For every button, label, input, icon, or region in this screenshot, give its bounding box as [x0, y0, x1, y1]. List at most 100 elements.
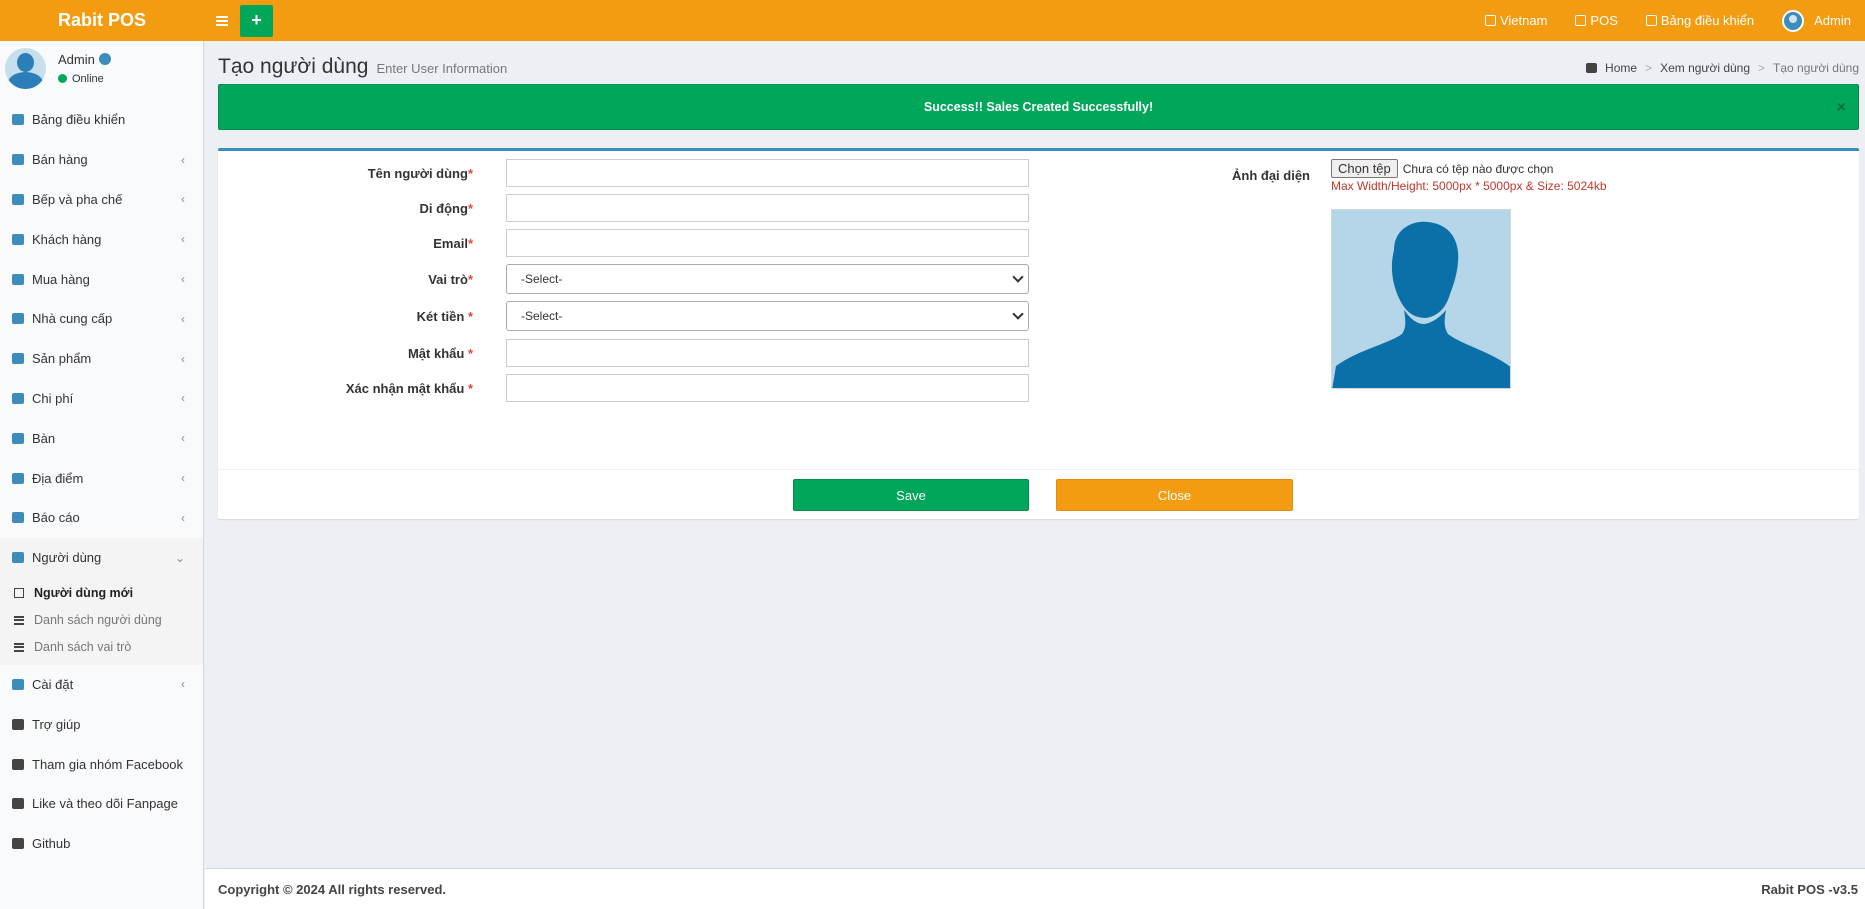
chevron-left-icon: ‹ [181, 510, 185, 525]
sidebar-item[interactable]: Báo cáo ‹ [0, 498, 203, 538]
sidebar-item[interactable]: Cài đặt ‹ [0, 665, 203, 705]
field-label-text: Di động [419, 201, 468, 216]
alert-close-button[interactable]: × [1837, 99, 1846, 117]
sidebar-item[interactable]: Chi phí ‹ [0, 379, 203, 419]
dashboard-link[interactable]: Bảng điều khiển [1632, 0, 1768, 41]
field-label-text: Mật khẩu [407, 346, 468, 361]
submenu-item-label: Người dùng mới [34, 586, 134, 601]
sidebar-item-label: Chi phí [32, 390, 74, 406]
field-input[interactable] [506, 339, 1029, 367]
cubes-icon [12, 353, 24, 365]
file-input[interactable]: Chọn tệp Chưa có tệp nào được chọn [1331, 159, 1553, 178]
breadcrumb-home[interactable]: Home [1605, 61, 1637, 75]
sidebar-item[interactable]: Mua hàng ‹ [0, 259, 203, 299]
field-input[interactable] [506, 374, 1029, 402]
sidebar-item[interactable]: Địa điểm ‹ [0, 458, 203, 498]
sidebar-item[interactable]: Github [0, 824, 203, 864]
field-label: Email* [218, 236, 479, 251]
sidebar-item[interactable]: Sản phẩm ‹ [0, 339, 203, 379]
form-row: Vai trò* [218, 272, 479, 287]
sidebar-item[interactable]: Trợ giúp [0, 704, 203, 744]
field-input[interactable] [506, 159, 1029, 187]
chevron-down-icon [1012, 271, 1024, 283]
chevron-left-icon: ‹ [181, 232, 185, 247]
sidebar-item-label: Người dùng [32, 550, 102, 566]
sidebar-item[interactable]: Bàn ‹ [0, 418, 203, 458]
user-form-box: Tên người dùng* Di động* Email* Vai trò* -Se… [218, 148, 1859, 519]
sidebar-item[interactable]: Nhà cung cấp ‹ [0, 299, 203, 339]
file-status: Chưa có tệp nào được chọn [1402, 161, 1554, 176]
paper-plane-icon [12, 472, 24, 484]
chevron-left-icon: ‹ [181, 192, 185, 207]
users-icon [12, 552, 24, 564]
chevron-down-icon: ⌄ [174, 550, 185, 565]
field-select[interactable]: -Select- [506, 264, 1029, 294]
app-logo[interactable]: Rabit POS [0, 0, 204, 41]
field-label: Xác nhận mật khẩu * [218, 381, 479, 396]
field-label: Mật khẩu * [218, 346, 479, 361]
breadcrumb-user-list[interactable]: Xem người dùng [1660, 61, 1750, 75]
chevron-left-icon: ‹ [181, 471, 185, 486]
sidebar-item[interactable]: Like và theo dõi Fanpage [0, 784, 203, 824]
sidebar-item[interactable]: Bảng điều khiển [0, 100, 203, 140]
field-label: Tên người dùng* [218, 166, 479, 181]
breadcrumb: Home > Xem người dùng > Tạo người dùng [1586, 61, 1859, 75]
required-marker: * [467, 309, 473, 324]
form-row: Xác nhận mật khẩu * [218, 381, 479, 396]
required-marker: * [467, 236, 473, 251]
language-menu[interactable]: Vietnam [1471, 0, 1561, 41]
field-input[interactable] [506, 194, 1029, 222]
home-icon [1586, 63, 1598, 73]
chevron-left-icon: ‹ [181, 311, 185, 326]
chevron-left-icon: ‹ [181, 431, 185, 446]
breadcrumb-separator: > [1645, 61, 1653, 75]
submenu-item-label: Danh sách người dùng [34, 613, 162, 628]
sidebar-item-label: Tham gia nhóm Facebook [32, 756, 184, 772]
sidebar-item-label: Bán hàng [32, 152, 88, 168]
avatar-preview-image [1331, 209, 1511, 389]
submenu-item[interactable]: Danh sách vai trò [0, 634, 203, 661]
minus-circle-icon [12, 392, 24, 404]
user-name: Admin [58, 51, 95, 67]
sidebar: Admin Online Bảng điều khiển Bán hàng ‹ Bếp… [0, 41, 204, 909]
sidebar-item-label: Sản phẩm [32, 351, 92, 367]
footer: Copyright © 2024 All rights reserved. Ra… [205, 868, 1865, 909]
quick-add-button[interactable]: + [240, 4, 273, 37]
success-alert: Success!! Sales Created Successfully! × [218, 84, 1859, 130]
form-row: Di động* [218, 201, 479, 216]
user-panel-name: Admin [58, 52, 111, 67]
sidebar-item[interactable]: Tham gia nhóm Facebook [0, 744, 203, 784]
sidebar-menu: Bảng điều khiển Bán hàng ‹ Bếp và pha chế ‹ K… [0, 100, 203, 864]
choose-file-button[interactable]: Chọn tệp [1331, 159, 1398, 178]
user-status: Online [58, 73, 111, 85]
sidebar-item-label: Bếp và pha chế [32, 191, 123, 207]
plus-square-icon [1575, 15, 1587, 26]
main-content: Tạo người dùng Enter User Information Ho… [205, 41, 1865, 868]
field-input[interactable] [506, 229, 1029, 257]
avatar [5, 47, 46, 89]
sidebar-item[interactable]: Khách hàng ‹ [0, 219, 203, 259]
pos-link[interactable]: POS [1561, 0, 1631, 41]
page-title: Tạo người dùng Enter User Information [218, 55, 507, 79]
field-label-text: Két tiền [416, 309, 468, 324]
submenu-item[interactable]: Danh sách người dùng [0, 607, 203, 634]
sidebar-item[interactable]: Bán hàng ‹ [0, 140, 203, 180]
chevron-left-icon: ‹ [181, 272, 185, 287]
sidebar-item[interactable]: Bếp và pha chế ‹ [0, 180, 203, 220]
submenu-item[interactable]: Người dùng mới [0, 580, 203, 607]
gears-icon [12, 678, 24, 690]
kitchen-icon [12, 193, 24, 205]
sidebar-item[interactable]: Người dùng ⌄ [0, 537, 203, 578]
dashboard-icon [12, 114, 24, 126]
field-select[interactable]: -Select- [506, 301, 1029, 331]
user-menu[interactable]: Admin [1768, 0, 1865, 41]
users-icon [12, 233, 24, 245]
close-button[interactable]: Close [1056, 479, 1293, 511]
required-marker: * [467, 201, 473, 216]
sidebar-toggle-button[interactable] [204, 0, 240, 41]
form-row: Tên người dùng* [218, 166, 479, 181]
user-plus-icon [12, 313, 24, 325]
save-button[interactable]: Save [793, 479, 1029, 511]
plus-square-icon [14, 588, 24, 599]
navbar-right: Vietnam POS Bảng điều khiển Admin [1471, 0, 1865, 41]
